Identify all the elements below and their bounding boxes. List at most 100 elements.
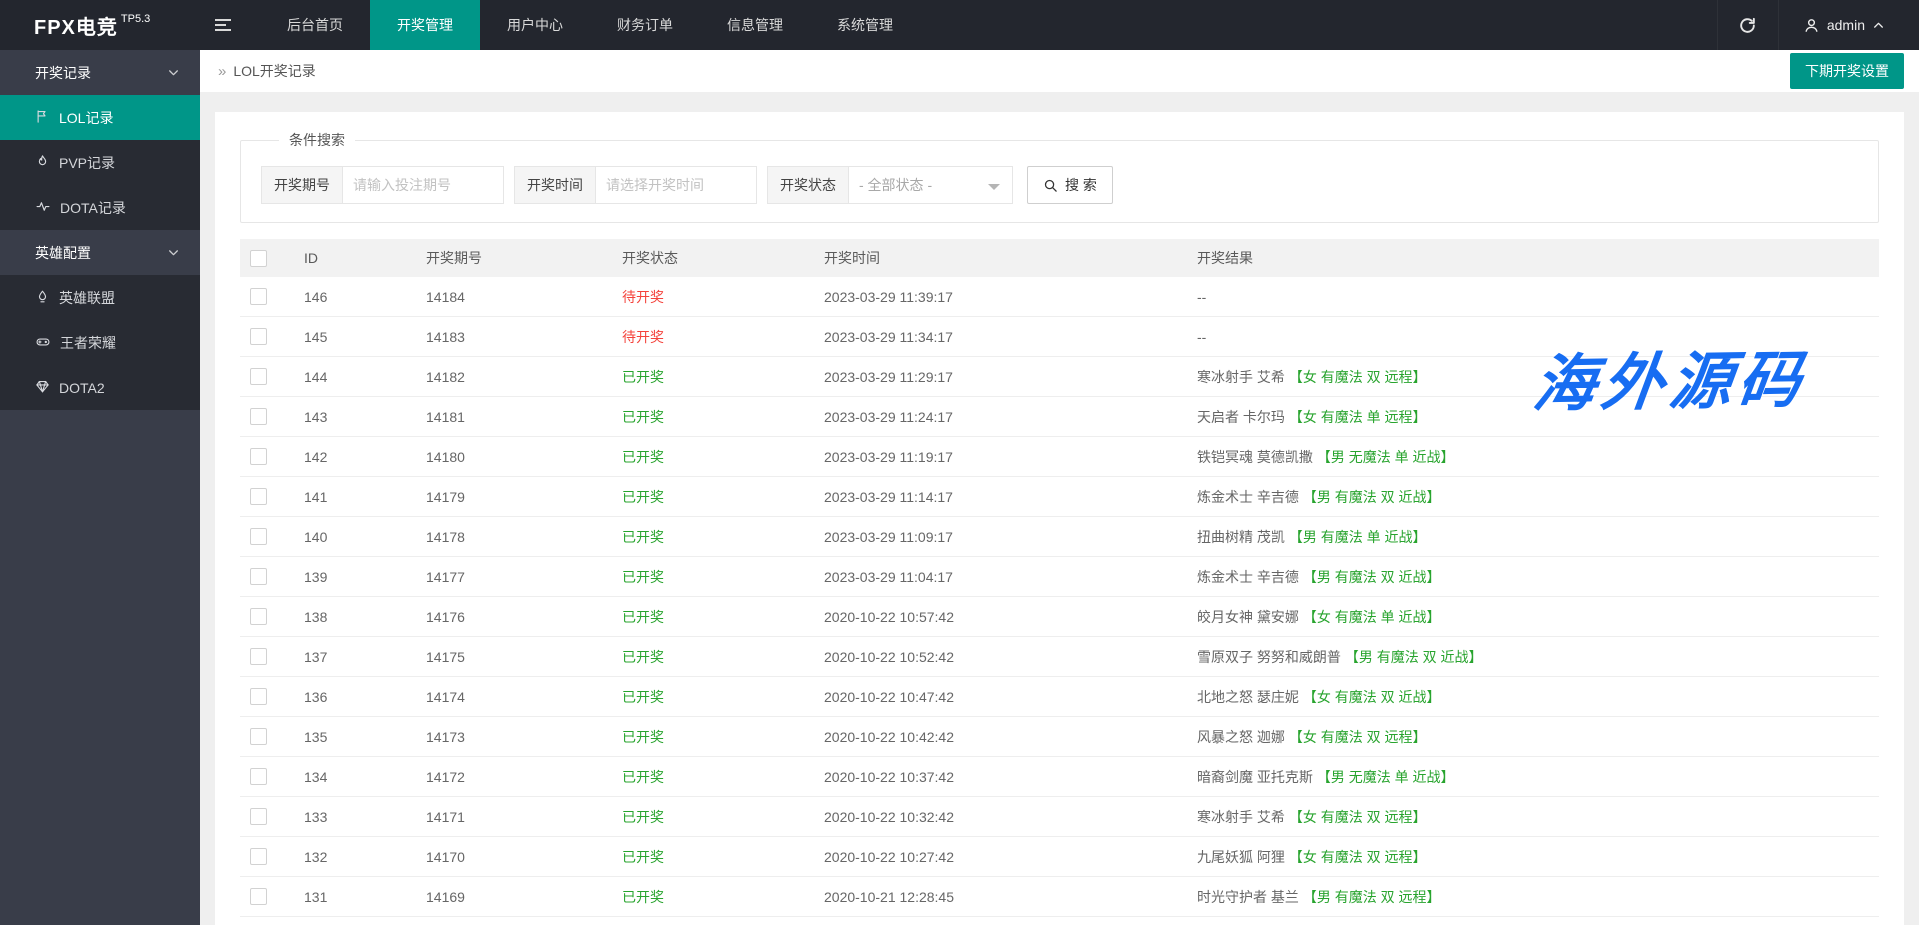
sidebar-item[interactable]: PVP记录 <box>0 140 200 185</box>
cell-result: -- <box>1197 289 1879 305</box>
result-hero: 铁铠冥魂 莫德凯撒 <box>1197 449 1313 465</box>
collapse-menu-icon[interactable] <box>200 0 246 50</box>
cell-issue: 14182 <box>426 369 622 385</box>
table-row: 144 14182 已开奖 2023-03-29 11:29:17 寒冰射手 艾… <box>240 357 1879 397</box>
result-hero: 炼金术士 辛吉德 <box>1197 569 1299 585</box>
search-field: 开奖时间 <box>514 166 757 204</box>
top-menu: 后台首页 开奖管理 用户中心财务订单信息管理系统管理 <box>260 0 920 50</box>
row-checkbox[interactable] <box>250 328 267 345</box>
cell-time: 2023-03-29 11:19:17 <box>824 449 1197 465</box>
nav-item[interactable]: 后台首页 <box>260 0 370 50</box>
cell-time: 2020-10-22 10:27:42 <box>824 849 1197 865</box>
sidebar-item[interactable]: DOTA记录 <box>0 185 200 230</box>
cell-issue: 14180 <box>426 449 622 465</box>
cell-result: 寒冰射手 艾希【女 有魔法 双 远程】 <box>1197 367 1879 387</box>
table-header-row: ID开奖期号开奖状态开奖时间开奖结果 <box>240 239 1879 277</box>
select-all-checkbox[interactable] <box>250 250 267 267</box>
cell-issue: 14172 <box>426 769 622 785</box>
cell-id: 139 <box>304 569 426 585</box>
flag-icon <box>35 109 50 127</box>
sidebar-group-title[interactable]: 英雄配置 <box>0 230 200 275</box>
row-checkbox[interactable] <box>250 768 267 785</box>
row-checkbox[interactable] <box>250 448 267 465</box>
result-tag: 【男 有魔法 双 近战】 <box>1303 489 1441 505</box>
nav-item[interactable]: 用户中心 <box>480 0 590 50</box>
row-checkbox[interactable] <box>250 728 267 745</box>
sidebar-group-title[interactable]: 开奖记录 <box>0 50 200 95</box>
nav-item[interactable]: 系统管理 <box>810 0 920 50</box>
sidebar-item-label: 英雄联盟 <box>59 288 115 308</box>
chevron-up-icon <box>1872 19 1885 32</box>
nav-item[interactable]: 财务订单 <box>590 0 700 50</box>
next-draw-settings-button[interactable]: 下期开奖设置 <box>1790 53 1904 89</box>
row-checkbox[interactable] <box>250 848 267 865</box>
table-row: 137 14175 已开奖 2020-10-22 10:52:42 雪原双子 努… <box>240 637 1879 677</box>
row-checkbox[interactable] <box>250 648 267 665</box>
chevron-down-icon <box>167 246 180 259</box>
refresh-button[interactable] <box>1717 0 1779 50</box>
result-hero: -- <box>1197 289 1206 305</box>
nav-item-label: 开奖管理 <box>397 15 453 35</box>
chevron-down-icon <box>167 66 180 79</box>
sidebar-item-label: DOTA记录 <box>60 198 126 218</box>
row-checkbox[interactable] <box>250 688 267 705</box>
search-icon <box>1043 178 1058 193</box>
cell-issue: 14179 <box>426 489 622 505</box>
cell-issue: 14183 <box>426 329 622 345</box>
row-checkbox[interactable] <box>250 288 267 305</box>
row-checkbox[interactable] <box>250 608 267 625</box>
cell-time: 2023-03-29 11:14:17 <box>824 489 1197 505</box>
search-input[interactable] <box>595 166 757 204</box>
sidebar-item[interactable]: LOL记录 <box>0 95 200 140</box>
cell-status: 已开奖 <box>622 889 664 905</box>
sidebar-item[interactable]: 英雄联盟 <box>0 275 200 320</box>
result-hero: 皎月女神 黛安娜 <box>1197 609 1299 625</box>
result-hero: 雪原双子 努努和威朗普 <box>1197 649 1341 665</box>
cell-status: 已开奖 <box>622 489 664 505</box>
result-tag: 【男 有魔法 双 远程】 <box>1303 889 1441 905</box>
cell-result: 扭曲树精 茂凯【男 有魔法 单 近战】 <box>1197 527 1879 547</box>
row-checkbox[interactable] <box>250 808 267 825</box>
search-form: 开奖期号 开奖时间 开奖状态 - 全部状态 - 搜 索 <box>261 166 1858 204</box>
table-body: 146 14184 待开奖 2023-03-29 11:39:17 -- 145… <box>240 277 1879 925</box>
user-menu[interactable]: admin <box>1779 0 1919 50</box>
table-row: 142 14180 已开奖 2023-03-29 11:19:17 铁铠冥魂 莫… <box>240 437 1879 477</box>
navbar-right: admin <box>1717 0 1919 50</box>
search-button[interactable]: 搜 索 <box>1027 166 1113 204</box>
cell-result: 风暴之怒 迦娜【女 有魔法 双 远程】 <box>1197 727 1879 747</box>
status-select[interactable]: - 全部状态 - <box>848 166 1013 204</box>
cell-id: 144 <box>304 369 426 385</box>
cell-issue: 14174 <box>426 689 622 705</box>
brand-version: TP5.3 <box>121 13 150 25</box>
row-checkbox[interactable] <box>250 488 267 505</box>
cell-time: 2023-03-29 11:34:17 <box>824 329 1197 345</box>
cell-status: 已开奖 <box>622 849 664 865</box>
cell-time: 2020-10-22 10:52:42 <box>824 649 1197 665</box>
refresh-icon <box>1738 16 1757 35</box>
cell-result: 时光守护者 基兰【男 有魔法 双 远程】 <box>1197 887 1879 907</box>
cell-time: 2020-10-22 10:42:42 <box>824 729 1197 745</box>
sidebar-item[interactable]: DOTA2 <box>0 365 200 410</box>
username: admin <box>1827 17 1865 33</box>
table-row: 138 14176 已开奖 2020-10-22 10:57:42 皎月女神 黛… <box>240 597 1879 637</box>
breadcrumb: LOL开奖记录 <box>233 61 315 81</box>
row-checkbox[interactable] <box>250 528 267 545</box>
search-panel-legend: 条件搜索 <box>279 130 355 150</box>
table-row: 141 14179 已开奖 2023-03-29 11:14:17 炼金术士 辛… <box>240 477 1879 517</box>
gamepad-icon <box>35 334 51 352</box>
result-hero: 九尾妖狐 阿狸 <box>1197 849 1285 865</box>
cell-result: 暗裔剑魔 亚托克斯【男 无魔法 单 近战】 <box>1197 767 1879 787</box>
row-checkbox[interactable] <box>250 568 267 585</box>
row-checkbox[interactable] <box>250 408 267 425</box>
row-checkbox[interactable] <box>250 368 267 385</box>
sidebar-item[interactable]: 王者荣耀 <box>0 320 200 365</box>
nav-item[interactable]: 信息管理 <box>700 0 810 50</box>
nav-item[interactable]: 开奖管理 <box>370 0 480 50</box>
result-tag: 【女 有魔法 单 远程】 <box>1289 409 1427 425</box>
row-checkbox[interactable] <box>250 888 267 905</box>
cell-status: 已开奖 <box>622 649 664 665</box>
search-input[interactable] <box>342 166 504 204</box>
main-content: » LOL开奖记录 下期开奖设置 条件搜索 开奖期号 开奖时间 开奖状态 - 全… <box>200 50 1919 925</box>
result-tag: 【男 有魔法 双 近战】 <box>1345 649 1483 665</box>
cell-id: 135 <box>304 729 426 745</box>
